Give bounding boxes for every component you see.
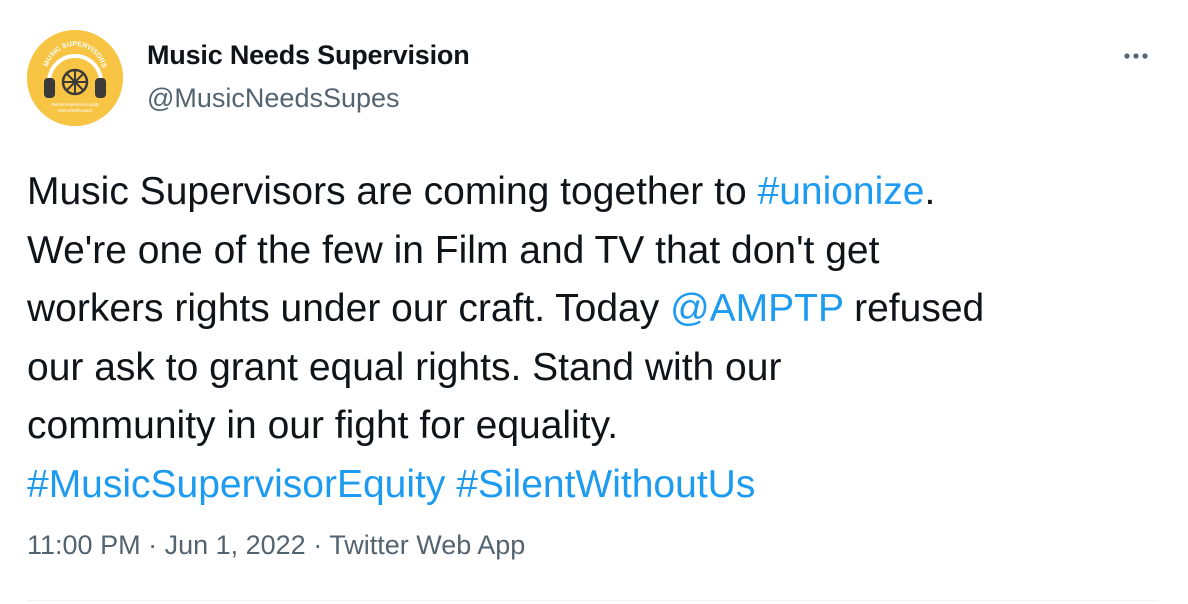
more-options-button[interactable] [1116,42,1156,70]
avatar[interactable]: MUSIC SUPERVISORS #MusicSupervisorEquity… [27,30,123,126]
tweet-line: workers rights under our craft. Today @A… [27,287,985,330]
tweet-source[interactable]: Twitter Web App [329,530,525,560]
hashtag-musicsupervisorequity-link[interactable]: #MusicSupervisorEquity [27,463,445,506]
tweet-time[interactable]: 11:00 PM [27,530,141,560]
display-name[interactable]: Music Needs Supervision [147,40,470,71]
tweet-line: our ask to grant equal rights. Stand wit… [27,345,782,389]
user-handle[interactable]: @MusicNeedsSupes [147,83,400,114]
hashtag-unionize-link[interactable]: #unionize [758,170,925,213]
avatar-text-2: #SilentWithoutUs [58,108,93,113]
tweet-text: Music Supervisors are coming together to… [27,163,1167,514]
more-horizontal-icon [1124,53,1148,59]
divider [27,600,1158,601]
tweet-line: community in our fight for equality. [27,404,619,447]
tweet-line: We're one of the few in Film and TV that… [27,228,880,272]
tweet-meta: 11:00 PM · Jun 1, 2022 · Twitter Web App [27,530,526,560]
headphones-logo-icon: MUSIC SUPERVISORS #MusicSupervisorEquity… [27,30,123,126]
tweet-date[interactable]: Jun 1, 2022 [165,530,306,560]
tweet-card: MUSIC SUPERVISORS #MusicSupervisorEquity… [0,0,1188,604]
mention-amptp-link[interactable]: @AMPTP [670,287,843,330]
avatar-text-1: #MusicSupervisorEquity [51,102,100,107]
tweet-line: #MusicSupervisorEquity #SilentWithoutUs [27,456,1167,515]
tweet-line: Music Supervisors are coming together to… [27,170,936,213]
hashtag-silentwithoutus-link[interactable]: #SilentWithoutUs [456,463,755,506]
